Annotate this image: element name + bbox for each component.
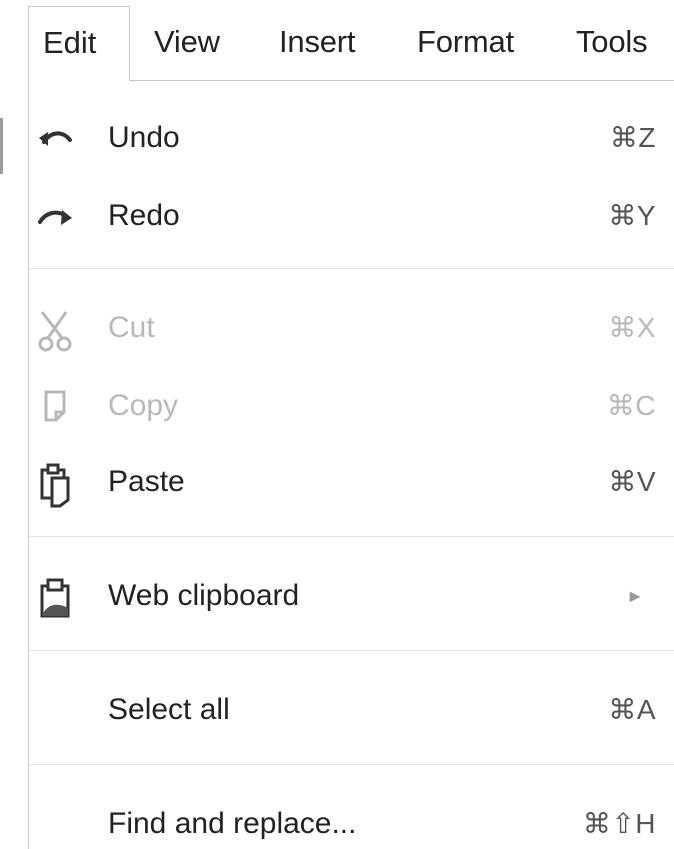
menu-insert[interactable]: Insert	[279, 22, 356, 62]
menu-item-cut[interactable]: Cut ⌘X	[0, 300, 674, 356]
menu-separator	[29, 764, 674, 765]
menu-tools[interactable]: Tools	[576, 22, 648, 62]
menu-item-label: Find and replace...	[108, 807, 357, 840]
redo-icon	[36, 196, 72, 236]
undo-icon	[36, 118, 72, 158]
menu-item-web-clipboard[interactable]: Web clipboard ►	[0, 568, 674, 624]
menu-item-label: Cut	[108, 311, 155, 344]
shortcut-hint: ⌘Z	[609, 122, 656, 153]
menu-item-label: Redo	[108, 199, 180, 232]
shortcut-hint: ⌘X	[608, 312, 656, 343]
menu-item-paste[interactable]: Paste ⌘V	[0, 454, 674, 510]
shortcut-hint: ⌘Y	[608, 200, 656, 231]
menu-item-label: Paste	[108, 465, 185, 498]
paste-icon	[36, 462, 70, 508]
menu-item-undo[interactable]: Undo ⌘Z	[0, 110, 674, 166]
submenu-arrow-icon: ►	[626, 586, 644, 606]
menu-item-find-replace[interactable]: Find and replace... ⌘⇧H	[0, 796, 674, 849]
menu-item-label: Web clipboard	[108, 579, 300, 612]
page: Edit View Insert Format Tools Undo ⌘Z Re…	[0, 0, 674, 849]
menu-item-redo[interactable]: Redo ⌘Y	[0, 188, 674, 244]
shortcut-hint: ⌘A	[608, 694, 656, 725]
scissors-icon	[36, 308, 72, 352]
menu-separator	[29, 650, 674, 651]
menu-item-label: Copy	[108, 389, 179, 422]
menu-format[interactable]: Format	[417, 22, 514, 62]
menu-separator	[29, 536, 674, 537]
web-clipboard-icon	[36, 576, 70, 618]
menu-item-label: Select all	[108, 693, 230, 726]
menu-view[interactable]: View	[154, 22, 220, 62]
menubar: Edit View Insert Format Tools	[0, 0, 674, 81]
menu-item-copy[interactable]: Copy ⌘C	[0, 378, 674, 434]
shortcut-hint: ⌘⇧H	[582, 808, 656, 839]
menu-separator	[29, 268, 674, 269]
menu-item-select-all[interactable]: Select all ⌘A	[0, 682, 674, 738]
shortcut-hint: ⌘C	[606, 390, 656, 421]
menu-edit[interactable]: Edit	[28, 6, 130, 81]
shortcut-hint: ⌘V	[608, 466, 656, 497]
menu-item-label: Undo	[108, 121, 180, 154]
menu-edit-label: Edit	[43, 25, 97, 60]
copy-icon	[36, 386, 70, 426]
